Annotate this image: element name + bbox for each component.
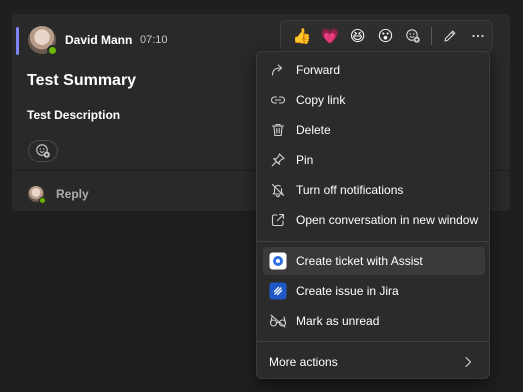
menu-item-turn-off-notifications[interactable]: Turn off notifications <box>263 176 485 204</box>
menu-item-copy-link[interactable]: Copy link <box>263 86 485 114</box>
menu-item-open-new-window[interactable]: Open conversation in new window <box>263 206 485 234</box>
menu-separator <box>257 241 489 242</box>
more-reactions-button[interactable] <box>399 22 427 50</box>
link-icon <box>269 91 287 109</box>
menu-item-label: Create ticket with Assist <box>296 254 423 268</box>
toolbar-separator <box>431 27 433 45</box>
add-reaction-button[interactable] <box>28 140 58 162</box>
menu-item-label: Mark as unread <box>296 314 380 328</box>
menu-separator <box>257 341 489 342</box>
emoji-add-icon <box>406 29 421 43</box>
message-accent-bar <box>16 27 19 55</box>
menu-item-label: Pin <box>296 153 314 167</box>
glasses-icon <box>269 312 287 330</box>
menu-item-label: Forward <box>296 63 341 77</box>
author-name[interactable]: David Mann <box>65 33 132 47</box>
surprised-reaction-button[interactable]: 😮 <box>372 22 400 50</box>
menu-item-label: Turn off notifications <box>296 183 404 197</box>
trash-icon <box>269 121 287 139</box>
forward-icon <box>269 61 287 79</box>
bell-off-icon <box>269 181 287 199</box>
menu-item-label: Copy link <box>296 93 346 107</box>
emoji-add-icon <box>36 144 50 158</box>
menu-item-label: Delete <box>296 123 331 137</box>
ellipsis-icon <box>472 34 484 38</box>
menu-item-delete[interactable]: Delete <box>263 116 485 144</box>
pin-icon <box>269 151 287 169</box>
menu-item-pin[interactable]: Pin <box>263 146 485 174</box>
presence-available-icon <box>47 45 58 56</box>
reaction-toolbar: 👍 💗 😆 😮 <box>280 20 493 52</box>
jira-app-icon <box>269 282 287 300</box>
assist-app-icon <box>269 252 287 270</box>
reply-avatar <box>28 186 46 204</box>
menu-item-create-jira-issue[interactable]: Create issue in Jira <box>263 277 485 305</box>
like-reaction-button[interactable]: 👍 <box>288 22 316 50</box>
popout-icon <box>269 211 287 229</box>
author-avatar[interactable] <box>28 26 58 56</box>
chevron-right-icon <box>461 355 475 369</box>
menu-item-forward[interactable]: Forward <box>263 56 485 84</box>
menu-item-more-actions[interactable]: More actions <box>263 348 485 376</box>
menu-item-label: Create issue in Jira <box>296 284 399 298</box>
message-context-menu: Forward Copy link Delete Pin Turn off no… <box>256 51 490 379</box>
presence-available-icon <box>39 197 46 204</box>
pencil-icon <box>444 30 456 42</box>
reply-button[interactable]: Reply <box>56 187 89 201</box>
message-description: Test Description <box>27 108 121 122</box>
menu-item-label: Open conversation in new window <box>296 213 479 227</box>
message-title: Test Summary <box>27 72 137 89</box>
message-timestamp: 07:10 <box>140 34 168 46</box>
laugh-reaction-button[interactable]: 😆 <box>344 22 372 50</box>
edit-button[interactable] <box>436 22 464 50</box>
menu-item-label: More actions <box>269 355 338 369</box>
heart-reaction-button[interactable]: 💗 <box>316 22 344 50</box>
menu-item-mark-unread[interactable]: Mark as unread <box>263 307 485 335</box>
more-options-button[interactable] <box>464 22 492 50</box>
menu-item-create-ticket-assist[interactable]: Create ticket with Assist <box>263 247 485 275</box>
